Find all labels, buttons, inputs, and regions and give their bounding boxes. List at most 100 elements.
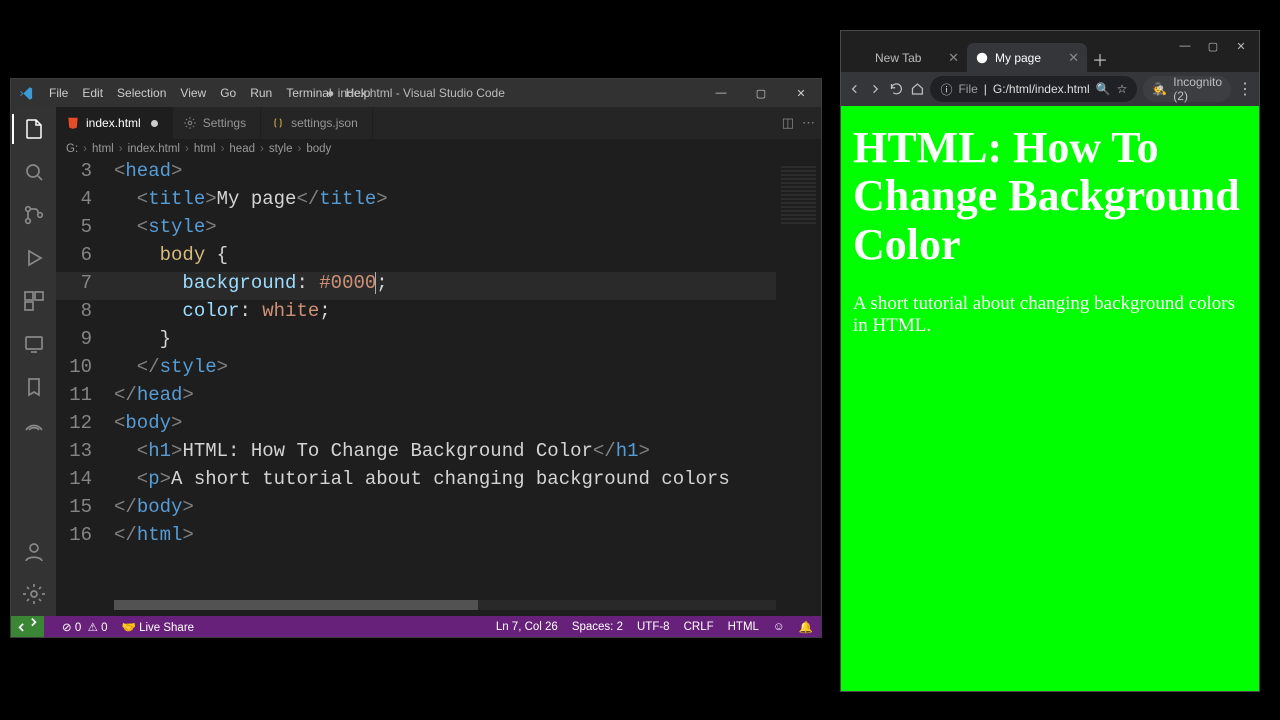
code-line[interactable]: 11</head> — [56, 384, 821, 412]
horizontal-scrollbar[interactable] — [114, 600, 776, 610]
source-control-icon[interactable] — [22, 203, 46, 227]
maximize-button[interactable]: ▢ — [1199, 35, 1227, 57]
code-content[interactable]: color: white; — [114, 300, 331, 322]
line-number: 12 — [56, 412, 114, 434]
code-content[interactable]: </body> — [114, 496, 194, 518]
cursor-position[interactable]: Ln 7, Col 26 — [496, 621, 558, 633]
code-line[interactable]: 4 <title>My page</title> — [56, 188, 821, 216]
eol[interactable]: CRLF — [684, 621, 714, 633]
menu-selection[interactable]: Selection — [110, 86, 173, 100]
close-button[interactable]: ✕ — [1227, 35, 1255, 57]
code-line[interactable]: 9 } — [56, 328, 821, 356]
menu-run[interactable]: Run — [243, 86, 279, 100]
explorer-icon[interactable] — [22, 117, 46, 141]
code-line[interactable]: 12<body> — [56, 412, 821, 440]
maximize-button[interactable]: ▢ — [741, 79, 781, 107]
site-info-icon[interactable]: ⓘ — [940, 81, 952, 98]
home-button[interactable] — [910, 78, 925, 100]
line-number: 9 — [56, 328, 114, 350]
breadcrumb-segment[interactable]: head — [229, 143, 255, 155]
code-content[interactable]: background: #0000; — [114, 272, 388, 294]
search-icon[interactable] — [22, 160, 46, 184]
code-line[interactable]: 16</html> — [56, 524, 821, 552]
code-content[interactable]: } — [114, 328, 171, 350]
code-line[interactable]: 7 background: #0000; — [56, 272, 821, 300]
breadcrumb-segment[interactable]: body — [306, 143, 331, 155]
code-content[interactable]: </style> — [114, 356, 228, 378]
browser-tab-new-tab[interactable]: New Tab✕ — [847, 43, 967, 72]
minimap[interactable] — [776, 160, 821, 616]
code-content[interactable]: <head> — [114, 160, 182, 182]
code-content[interactable]: <h1>HTML: How To Change Background Color… — [114, 440, 650, 462]
code-line[interactable]: 15</body> — [56, 496, 821, 524]
code-line[interactable]: 13 <h1>HTML: How To Change Background Co… — [56, 440, 821, 468]
more-actions-icon[interactable]: ⋯ — [802, 115, 815, 131]
bookmark-star-icon[interactable]: ☆ — [1117, 82, 1128, 96]
code-line[interactable]: 3<head> — [56, 160, 821, 188]
line-number: 4 — [56, 188, 114, 210]
run-debug-icon[interactable] — [22, 246, 46, 270]
breadcrumb-segment[interactable]: G: — [66, 143, 78, 155]
editor-tab-index-html[interactable]: index.html — [56, 107, 173, 139]
status-bar: ⊘ 0 ⚠ 0 🤝 Live Share Ln 7, Col 26 Spaces… — [11, 616, 821, 637]
minimize-button[interactable]: — — [1171, 35, 1199, 57]
language-mode[interactable]: HTML — [728, 621, 759, 633]
code-line[interactable]: 6 body { — [56, 244, 821, 272]
breadcrumb-segment[interactable]: index.html — [128, 143, 180, 155]
editor-tab-settings-json[interactable]: settings.json — [261, 107, 373, 139]
scrollbar-thumb[interactable] — [114, 600, 478, 610]
zoom-icon[interactable]: 🔍 — [1096, 82, 1111, 96]
new-tab-button[interactable]: ＋ — [1087, 46, 1113, 72]
breadcrumb-segment[interactable]: style — [269, 143, 293, 155]
errors-warnings[interactable]: ⊘ 0 ⚠ 0 — [62, 620, 108, 634]
editor-tab-settings[interactable]: Settings — [173, 107, 261, 139]
settings-gear-icon[interactable] — [22, 582, 46, 606]
code-line[interactable]: 8 color: white; — [56, 300, 821, 328]
browser-menu-icon[interactable]: ⋮ — [1237, 78, 1253, 100]
code-content[interactable]: </head> — [114, 384, 194, 406]
code-line[interactable]: 10 </style> — [56, 356, 821, 384]
code-line[interactable]: 14 <p>A short tutorial about changing ba… — [56, 468, 821, 496]
live-share-activity-icon[interactable] — [22, 418, 46, 442]
address-bar[interactable]: ⓘ File | G:/html/index.html 🔍 ☆ — [930, 76, 1137, 102]
bookmarks-icon[interactable] — [22, 375, 46, 399]
gear-icon — [183, 116, 197, 130]
remote-indicator[interactable] — [11, 616, 44, 637]
code-editor[interactable]: 3<head>4 <title>My page</title>5 <style>… — [56, 160, 821, 616]
code-content[interactable]: <body> — [114, 412, 182, 434]
line-number: 15 — [56, 496, 114, 518]
browser-tab-my-page[interactable]: My page✕ — [967, 43, 1087, 72]
encoding[interactable]: UTF-8 — [637, 621, 670, 633]
menu-go[interactable]: Go — [213, 86, 243, 100]
notifications-icon[interactable]: 🔔 — [799, 620, 813, 634]
code-content[interactable]: <title>My page</title> — [114, 188, 388, 210]
accounts-icon[interactable] — [22, 540, 46, 564]
close-tab-icon[interactable]: ✕ — [948, 50, 959, 66]
menu-view[interactable]: View — [173, 86, 213, 100]
reload-button[interactable] — [889, 78, 904, 100]
minimize-button[interactable]: — — [701, 79, 741, 107]
indent-spaces[interactable]: Spaces: 2 — [572, 621, 623, 633]
split-editor-icon[interactable]: ◫ — [782, 115, 794, 131]
back-button[interactable] — [847, 78, 862, 100]
live-share-status[interactable]: 🤝 Live Share — [122, 620, 195, 634]
breadcrumb-segment[interactable]: html — [194, 143, 216, 155]
incognito-indicator[interactable]: 🕵️ Incognito (2) — [1143, 76, 1231, 102]
breadcrumb-segment[interactable]: html — [92, 143, 114, 155]
feedback-icon[interactable]: ☺ — [773, 621, 785, 633]
menu-edit[interactable]: Edit — [75, 86, 110, 100]
remote-explorer-icon[interactable] — [22, 332, 46, 356]
close-button[interactable]: ✕ — [781, 79, 821, 107]
code-content[interactable]: body { — [114, 244, 228, 266]
menu-file[interactable]: File — [42, 86, 75, 100]
line-number: 11 — [56, 384, 114, 406]
code-content[interactable]: <p>A short tutorial about changing backg… — [114, 468, 730, 490]
code-content[interactable]: <style> — [114, 216, 217, 238]
forward-button[interactable] — [868, 78, 883, 100]
code-line[interactable]: 5 <style> — [56, 216, 821, 244]
close-tab-icon[interactable]: ✕ — [1068, 50, 1079, 66]
breadcrumbs-bar[interactable]: G:›html›index.html›html›head›style›body — [56, 139, 821, 160]
extensions-icon[interactable] — [22, 289, 46, 313]
code-content[interactable]: </html> — [114, 524, 194, 546]
browser-viewport[interactable]: HTML: How To Change Background Color A s… — [841, 106, 1259, 691]
